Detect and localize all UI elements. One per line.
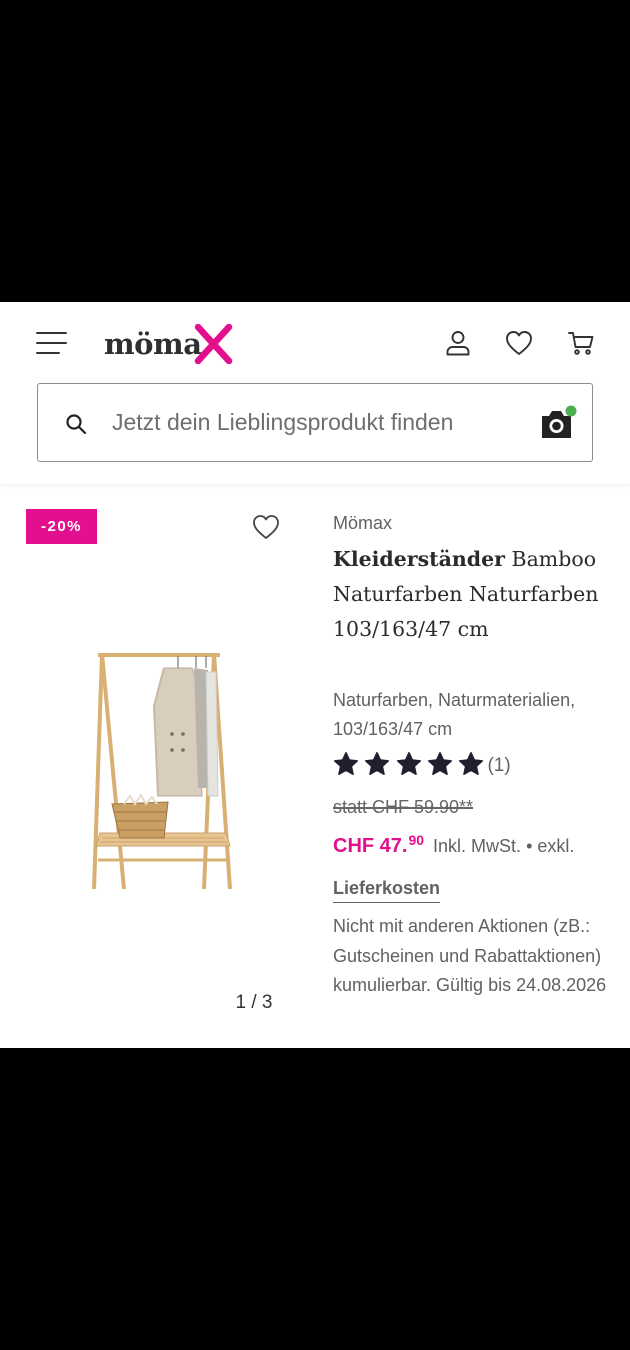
top-black-band (0, 0, 630, 302)
logo-text: möma (104, 327, 202, 361)
search-input[interactable]: Jetzt dein Lieblingsprodukt finden (37, 383, 593, 462)
star-icon (427, 751, 453, 777)
product-rating[interactable]: (1) (333, 751, 511, 782)
rating-count: (1) (487, 755, 511, 776)
cart-icon[interactable] (566, 328, 596, 358)
vat-text: Inkl. MwSt. (433, 836, 522, 856)
star-icon (364, 751, 390, 777)
star-icon (333, 751, 359, 777)
product-title: Kleiderständer Bamboo Naturfarben Naturf… (333, 542, 608, 647)
price-row: CHF 47.90 Inkl. MwSt. • exkl. (333, 832, 623, 858)
product-image[interactable] (84, 646, 240, 896)
camera-icon[interactable] (538, 404, 578, 442)
star-icon (396, 751, 422, 777)
price-main: CHF 47. (333, 835, 408, 857)
bottom-black-band (0, 1048, 630, 1350)
heart-icon[interactable] (251, 513, 281, 541)
gallery-counter: 1 / 3 (235, 992, 273, 1013)
price-cents: 90 (408, 832, 425, 848)
menu-icon[interactable] (36, 330, 70, 358)
logo[interactable]: möma (104, 322, 234, 366)
rating-stars (333, 751, 489, 782)
heart-icon[interactable] (504, 328, 534, 358)
shipping-costs-link[interactable]: Lieferkosten (333, 878, 441, 903)
discount-badge: -20% (26, 509, 97, 544)
search-icon (66, 414, 87, 435)
app-screen: möma Jetzt dein Lieblingsprodukt finden … (0, 302, 630, 1048)
site-header: möma Jetzt dein Lieblingsprodukt finden (0, 302, 630, 484)
account-icon[interactable] (443, 328, 473, 358)
product-card: -20% 1 / 3 Mömax Kleiderständer Bamboo N… (0, 484, 630, 1048)
logo-x-mark (194, 324, 232, 364)
search-placeholder: Jetzt dein Lieblingsprodukt finden (112, 409, 454, 435)
excl-text: exkl. (537, 836, 575, 856)
current-price: CHF 47.90 (333, 832, 424, 858)
promo-notice: Nicht mit anderen Aktionen (zB.: Gutsche… (333, 916, 607, 995)
product-brand: Mömax (333, 513, 393, 533)
product-title-bold: Kleiderständer (333, 547, 505, 571)
product-subtitle: Naturfarben, Naturmaterialien, 103/163/4… (333, 690, 576, 739)
old-price: statt CHF 59.90** (333, 797, 474, 817)
separator-dot: • (526, 836, 533, 856)
star-icon (458, 751, 484, 777)
